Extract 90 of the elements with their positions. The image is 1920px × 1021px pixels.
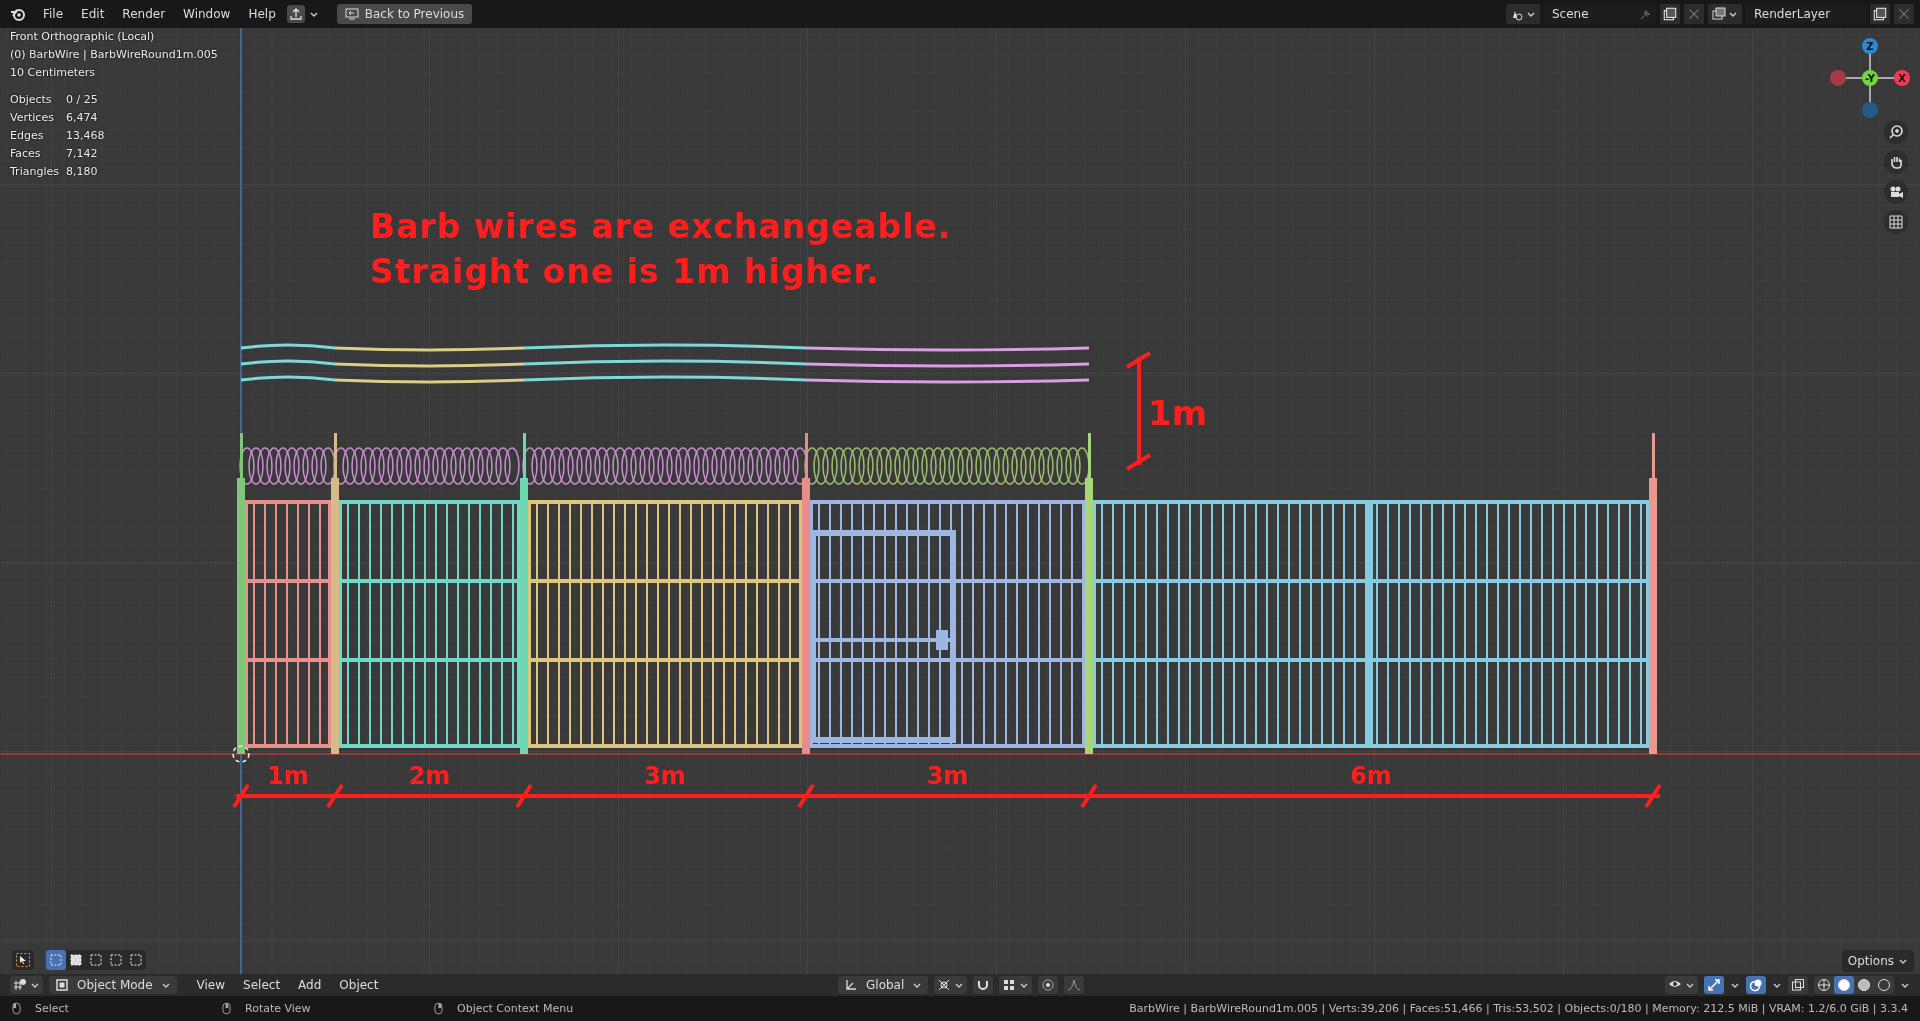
height-label: 1m [1148,393,1208,433]
proportional-editing-toggle[interactable] [1038,976,1059,994]
scene-selector[interactable] [1506,4,1540,24]
menu-item[interactable]: View [190,978,232,992]
arrows-icon [1707,978,1721,992]
annotation-text: Straight one is 1m higher. [370,251,880,293]
magnet-icon [976,978,991,992]
options-button[interactable]: Options [1841,950,1914,972]
status-hint: Object Context Menu [457,1002,574,1015]
shading-mode-button[interactable] [1834,976,1854,994]
annotation-text: Barb wires are exchangeable. [370,206,952,248]
upload-icon [288,7,303,21]
viewport-info-text: 10 Centimeters [10,65,97,81]
stat-label: Vertices [10,110,55,126]
scene-field[interactable]: Scene [1544,4,1656,24]
viewport-info-text: (0) BarbWire | BarbWireRound1m.005 [10,47,218,63]
cube-square-icon [55,978,69,992]
back-to-previous-button[interactable]: Back to Previous [336,4,473,24]
overlapping-squares-icon [1791,978,1805,992]
grid-axes-icon [13,978,27,992]
curve-icon [1067,978,1082,992]
gizmo-toggle[interactable] [1704,976,1724,994]
stat-label: Faces [10,146,42,162]
sphere-icon [1877,978,1891,992]
mouse-icon [222,1002,231,1015]
hand-icon [1888,154,1904,170]
dimension-label: 1m [267,762,309,790]
image-stack-icon [1712,7,1726,21]
stat-label: Triangles [10,164,60,180]
overlays-toggle[interactable] [1746,976,1766,994]
four-squares-icon [1002,978,1017,992]
pivot-dropdown[interactable] [934,976,968,994]
menu-item[interactable]: Help [241,5,283,23]
stat-value: 0 / 25 [66,92,99,108]
status-info: BarbWire | BarbWireRound1m.005 | Verts:39,206 | Faces:51,466 | Tris:53,502 | Objects:0/180 | Memory: 212.5 MiB | VRAM: 1.2/6.0 GiB | 3.3.4 [1129,1002,1908,1015]
dashed-square-icon [48,952,64,968]
dimension-label: 2m [408,762,451,790]
dashed-square-icon [108,952,124,968]
mouse-icon [434,1002,443,1015]
menu-item[interactable]: Object [333,978,385,992]
visibility-dropdown[interactable] [1665,976,1698,994]
menu-item[interactable]: File [36,5,71,23]
mouse-icon [12,1002,21,1015]
pin-icon[interactable] [1639,7,1652,21]
menu-item[interactable]: Render [115,5,173,23]
status-hint: Rotate View [245,1002,311,1015]
stat-value: 8,180 [66,164,99,180]
camera-icon [1888,184,1904,200]
sphere-icon [1817,978,1831,992]
dashed-square-icon [128,952,144,968]
render-layer-selector[interactable] [1708,4,1742,24]
sphere-icon [1837,978,1851,992]
orientation-dropdown[interactable]: Global [838,976,929,994]
menu-item[interactable]: Add [292,978,328,992]
duplicate-icon[interactable] [1660,4,1680,24]
axes-icon [844,978,858,992]
xray-toggle[interactable] [1788,976,1808,994]
dashed-square-icon [88,952,104,968]
dimension-label: 3m [926,762,969,790]
menu-item[interactable]: Window [176,5,238,23]
blender-logo-icon[interactable] [10,6,26,22]
select-tool-button[interactable] [12,950,34,970]
editor-type-button[interactable] [10,976,43,994]
status-hint: Select [35,1002,69,1015]
dimension-label: 6m [1350,762,1392,790]
duplicate-icon[interactable] [1870,4,1890,24]
target-icon [1041,978,1056,992]
viewport-info-text: Front Orthographic (Local) [10,29,156,45]
overlapping-circles-icon [1749,978,1763,992]
pivot-icon [937,978,952,992]
snap-toggle[interactable] [973,976,994,994]
stat-value: 6,474 [66,110,99,126]
zoom-icon [1888,124,1904,140]
stat-label: Objects [10,92,53,108]
menu-item[interactable]: Edit [74,5,112,23]
cursor-icon [15,952,31,968]
monitor-icon [344,7,359,21]
grid-icon [1888,214,1904,230]
stat-value: 7,142 [66,146,99,162]
render-layer-field[interactable]: RenderLayer [1746,4,1866,24]
dashed-square-icon [68,952,84,968]
sphere-icon [1857,978,1871,992]
stat-label: Edges [10,128,45,144]
mode-dropdown[interactable]: Object Mode [49,976,177,994]
menu-item[interactable]: Select [237,978,287,992]
export-button[interactable] [286,5,305,23]
snap-target-dropdown[interactable] [999,976,1033,994]
stat-value: 13,468 [66,128,106,144]
dimension-label: 3m [644,762,686,790]
falloff-dropdown[interactable] [1064,976,1085,994]
